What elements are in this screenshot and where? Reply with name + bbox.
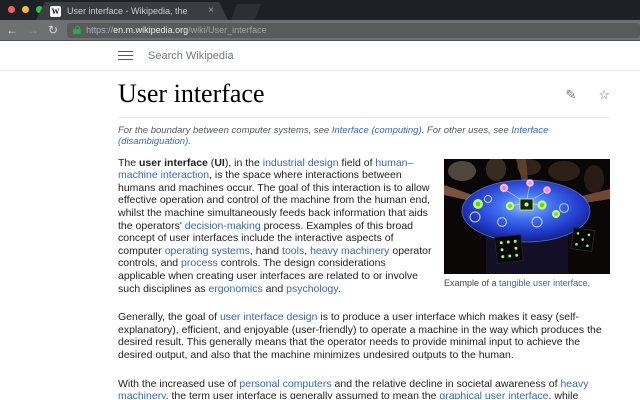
bold-text: user interface bbox=[139, 157, 208, 169]
reload-icon[interactable]: ↻ bbox=[48, 24, 58, 36]
minimize-window-button[interactable] bbox=[22, 6, 29, 13]
wikipedia-favicon: W bbox=[50, 6, 61, 17]
article-title-row: User interface ✎ ☆ bbox=[118, 71, 610, 118]
browser-tab[interactable]: W User interface - Wikipedia, the × bbox=[36, 2, 228, 20]
secure-lock-icon[interactable] bbox=[73, 26, 81, 34]
lead-section: Example of a tangible user interface. Th… bbox=[118, 157, 610, 296]
url-path: /wiki/User_interface bbox=[188, 25, 267, 35]
edit-pencil-icon[interactable]: ✎ bbox=[565, 88, 576, 101]
wiki-link[interactable]: psychology bbox=[286, 283, 338, 295]
back-icon[interactable]: ← bbox=[6, 24, 18, 36]
browser-tab-bar: W User interface - Wikipedia, the × bbox=[0, 0, 640, 20]
address-bar[interactable]: https://en.m.wikipedia.org/wiki/User_int… bbox=[67, 23, 640, 38]
browser-toolbar: ← → ↻ https://en.m.wikipedia.org/wiki/Us… bbox=[0, 20, 640, 41]
wiki-link[interactable]: decision-making bbox=[185, 220, 261, 232]
wiki-link[interactable]: tangible user interface bbox=[499, 278, 588, 288]
close-window-button[interactable] bbox=[8, 6, 15, 13]
url-text: https://en.m.wikipedia.org/wiki/User_int… bbox=[86, 25, 267, 35]
window-controls bbox=[8, 6, 43, 13]
image-caption: Example of a tangible user interface. bbox=[444, 278, 610, 289]
search-input[interactable]: Search Wikipedia bbox=[148, 50, 234, 62]
url-scheme: https:// bbox=[86, 25, 113, 35]
wiki-link[interactable]: user interface design bbox=[220, 311, 317, 323]
url-host: en.m.wikipedia.org bbox=[113, 25, 188, 35]
watchlist-star-icon[interactable]: ☆ bbox=[598, 88, 610, 101]
paragraph-2: Generally, the goal of user interface de… bbox=[118, 311, 610, 361]
article-content: User interface ✎ ☆ For the boundary betw… bbox=[0, 71, 640, 399]
wiki-link[interactable]: graphical user interface bbox=[439, 390, 548, 399]
wikipedia-mobile-header: Search Wikipedia bbox=[0, 41, 640, 71]
page-title: User interface bbox=[118, 80, 265, 109]
new-tab-button[interactable] bbox=[231, 4, 261, 20]
wiki-link[interactable]: heavy machinery bbox=[310, 245, 389, 257]
wiki-link[interactable]: tools bbox=[282, 245, 304, 257]
wiki-link[interactable]: ergonomics bbox=[208, 283, 262, 295]
forward-icon[interactable]: → bbox=[27, 24, 39, 36]
bold-text: UI bbox=[214, 157, 225, 169]
paragraph-3: With the increased use of personal compu… bbox=[118, 378, 610, 400]
page-viewport: Search Wikipedia User interface ✎ ☆ For … bbox=[0, 41, 640, 399]
hatnote: For the boundary between computer system… bbox=[118, 125, 610, 147]
menu-hamburger-icon[interactable] bbox=[118, 51, 133, 61]
tab-title: User interface - Wikipedia, the bbox=[67, 6, 202, 16]
wiki-link[interactable]: process bbox=[181, 257, 218, 269]
tangible-interface-photo[interactable] bbox=[444, 159, 610, 274]
tab-close-icon[interactable]: × bbox=[208, 6, 214, 16]
article-thumbnail[interactable]: Example of a tangible user interface. bbox=[444, 159, 610, 289]
wiki-link[interactable]: operating systems bbox=[165, 245, 250, 257]
wiki-link[interactable]: Interface (computing) bbox=[332, 125, 422, 136]
wiki-link[interactable]: industrial design bbox=[263, 157, 339, 169]
wiki-link[interactable]: personal computers bbox=[239, 378, 331, 390]
